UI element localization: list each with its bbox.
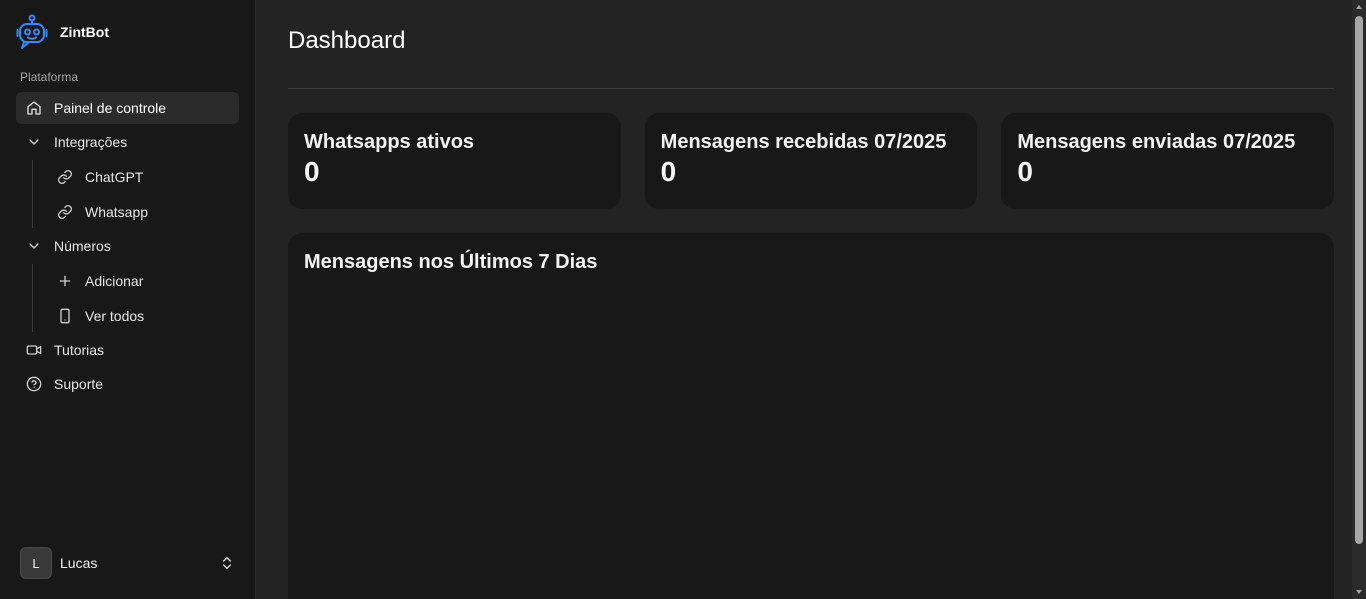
sidebar-item-numeros[interactable]: Números (16, 230, 239, 262)
main-content: Dashboard Whatsapps ativos 0 Mensagens r… (256, 0, 1366, 599)
stat-card-whatsapps-ativos: Whatsapps ativos 0 (288, 113, 621, 209)
chevron-down-icon (26, 134, 42, 150)
sidebar-item-label: Whatsapp (85, 203, 149, 220)
scroll-down-arrow-icon[interactable] (1355, 588, 1363, 596)
sidebar-item-label: Integrações (54, 134, 128, 150)
video-icon (26, 342, 42, 358)
sidebar-item-label: ChatGPT (85, 168, 144, 185)
sidebar-item-integracoes[interactable]: Integrações (16, 126, 239, 158)
scroll-up-arrow-icon[interactable] (1355, 3, 1363, 11)
stat-card-value: 0 (660, 156, 677, 187)
sidebar-item-whatsapp[interactable]: Whatsapp (45, 195, 239, 228)
scrollbar[interactable] (1352, 0, 1366, 599)
chevron-down-icon (26, 238, 42, 254)
stat-card-title: Whatsapps ativos (304, 131, 475, 153)
sidebar-item-label: Adicionar (85, 272, 144, 289)
sidebar-group-label: Plataforma (20, 70, 79, 84)
help-circle-icon (26, 376, 42, 392)
page-title: Dashboard (288, 27, 406, 54)
sidebar-item-label: Painel de controle (54, 100, 167, 116)
submenu-integracoes: ChatGPT Whatsapp (32, 160, 239, 228)
sidebar-item-label: Números (54, 238, 111, 254)
stats-cards: Whatsapps ativos 0 Mensagens recebidas 0… (288, 113, 1335, 209)
chart-title: Mensagens nos Últimos 7 Dias (304, 251, 598, 273)
scrollbar-thumb[interactable] (1355, 16, 1363, 544)
avatar: L (20, 547, 52, 579)
user-menu[interactable]: L Lucas (20, 547, 235, 579)
sidebar: ZintBot Plataforma Painel de controle In… (0, 0, 256, 599)
sidebar-item-adicionar[interactable]: Adicionar (45, 264, 239, 297)
home-icon (26, 100, 42, 116)
sidebar-item-chatgpt[interactable]: ChatGPT (45, 160, 239, 193)
app-window: ZintBot Plataforma Painel de controle In… (0, 0, 1366, 599)
stat-card-mensagens-enviadas: Mensagens enviadas 07/2025 0 (1001, 113, 1335, 209)
sidebar-item-label: Suporte (54, 376, 104, 392)
sidebar-item-label: Ver todos (85, 307, 145, 324)
stat-card-title: Mensagens enviadas 07/2025 (1017, 131, 1296, 153)
page-header: Dashboard (288, 0, 1334, 89)
sidebar-item-label: Tutorias (54, 342, 105, 358)
sidebar-item-tutorias[interactable]: Tutorias (16, 334, 239, 366)
stat-card-value: 0 (1017, 156, 1033, 187)
robot-logo-icon (16, 14, 48, 49)
user-name: Lucas (60, 555, 98, 571)
link-icon (57, 169, 73, 185)
stat-card-value: 0 (304, 156, 320, 187)
brand-name: ZintBot (60, 24, 109, 40)
brand[interactable]: ZintBot (0, 0, 255, 64)
link-icon (57, 204, 73, 220)
sidebar-item-ver-todos[interactable]: Ver todos (45, 299, 239, 332)
sidebar-item-painel-de-controle[interactable]: Painel de controle (16, 92, 239, 124)
stat-card-title: Mensagens recebidas 07/2025 (660, 131, 947, 153)
submenu-numeros: Adicionar Ver todos (32, 264, 239, 332)
sidebar-nav: Painel de controle Integrações ChatGPT W… (0, 92, 255, 402)
messages-chart-card: Mensagens nos Últimos 7 Dias (288, 233, 1334, 599)
chevrons-up-down-icon (223, 557, 231, 569)
smartphone-icon (57, 308, 73, 324)
stat-card-mensagens-recebidas: Mensagens recebidas 07/2025 0 (644, 113, 978, 209)
plus-icon (57, 273, 73, 289)
sidebar-item-suporte[interactable]: Suporte (16, 368, 239, 400)
